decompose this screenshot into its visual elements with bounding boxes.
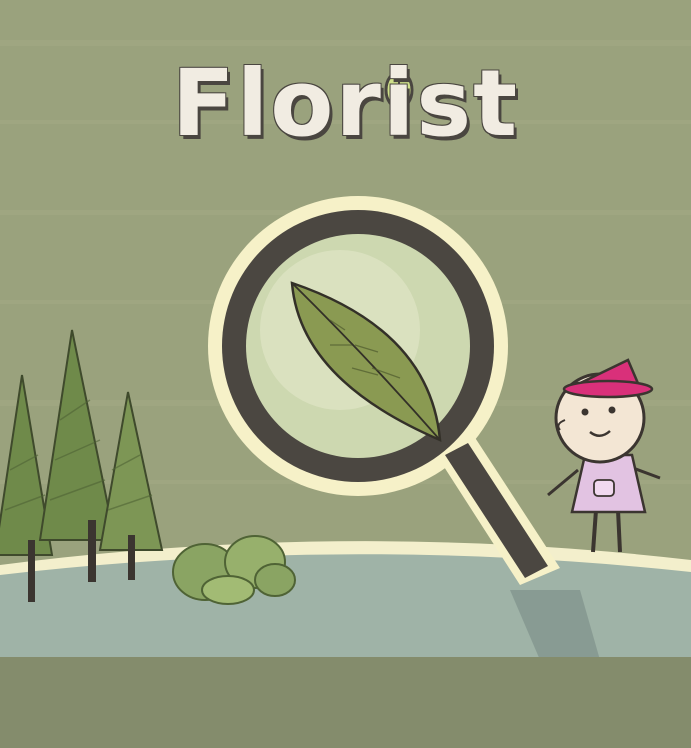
game-title: Florist — [171, 50, 520, 157]
game-title-screen: Florist — [0, 0, 691, 748]
bushes — [172, 535, 296, 605]
bottom-band — [0, 657, 691, 748]
